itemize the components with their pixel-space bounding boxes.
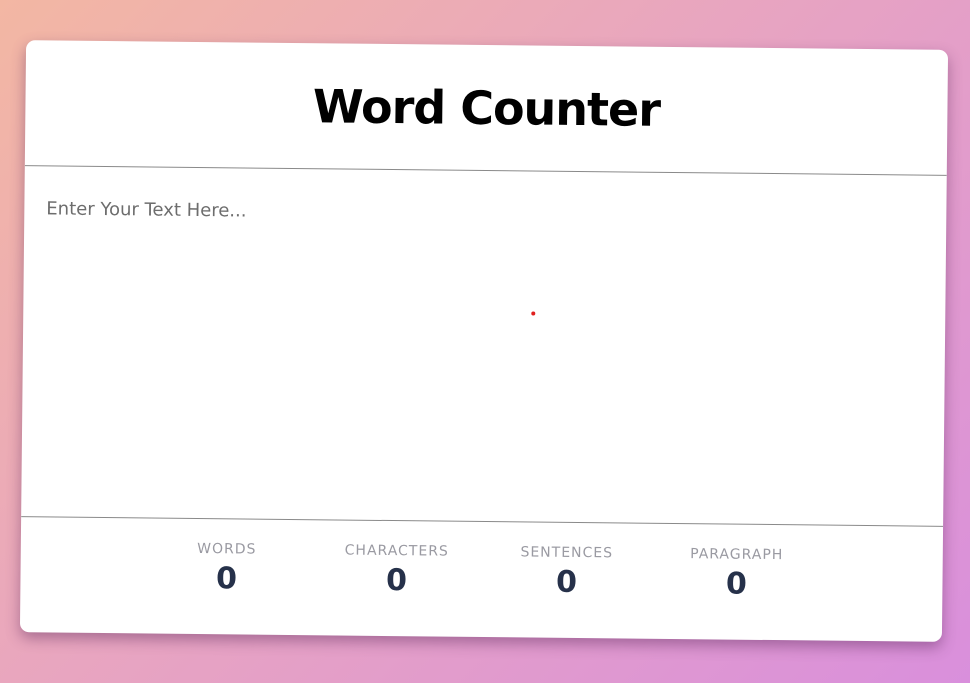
stat-value: 0: [215, 561, 238, 597]
stat-value: 0: [385, 562, 408, 599]
stat-label: CHARACTERS: [344, 542, 449, 560]
text-input[interactable]: [21, 166, 947, 526]
mouse-cursor-dot: [531, 311, 536, 316]
word-counter-card: Word Counter WORDS 0 CHARACTERS 0 SENTEN…: [19, 40, 949, 642]
stat-value: 0: [725, 566, 748, 602]
stat-label: WORDS: [197, 541, 257, 558]
stat-label: PARAGRAPH: [690, 546, 784, 564]
stat-sentences: SENTENCES 0: [481, 544, 652, 601]
stat-value: 0: [555, 564, 578, 600]
text-editor-area: [21, 166, 947, 527]
stat-words: WORDS 0: [141, 540, 312, 597]
stat-label: SENTENCES: [520, 544, 614, 562]
stat-characters: CHARACTERS 0: [311, 542, 482, 599]
page-title: Word Counter: [312, 78, 661, 137]
stat-paragraph: PARAGRAPH 0: [651, 546, 822, 603]
stats-bar: WORDS 0 CHARACTERS 0 SENTENCES 0 PARAGRA…: [20, 517, 943, 604]
card-header: Word Counter: [24, 40, 949, 176]
